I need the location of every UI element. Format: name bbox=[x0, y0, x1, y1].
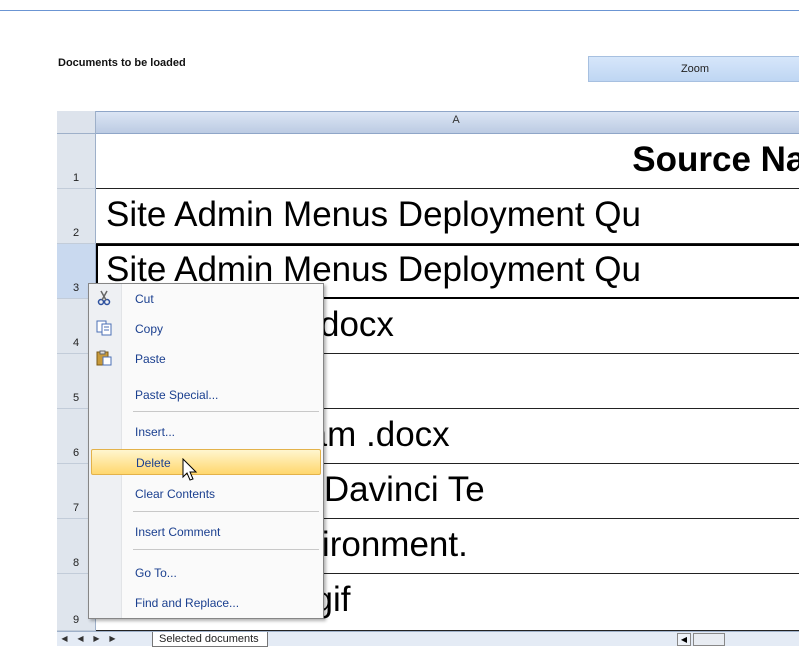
menu-item-cut[interactable]: Cut bbox=[89, 287, 323, 309]
zoom-button[interactable]: Zoom bbox=[588, 56, 799, 82]
next-sheet-icon[interactable]: ▶ bbox=[91, 633, 102, 644]
menu-separator bbox=[133, 511, 319, 512]
menu-separator bbox=[133, 549, 319, 550]
menu-label-insert: Insert... bbox=[135, 425, 176, 439]
context-menu: Cut Copy Paste Paste Special... Insert..… bbox=[88, 283, 324, 619]
menu-item-paste-special[interactable]: Paste Special... bbox=[89, 383, 323, 405]
horizontal-scrollbar-thumb[interactable] bbox=[693, 633, 725, 646]
menu-label-go-to: Go To... bbox=[135, 566, 177, 580]
menu-label-paste-special: Paste Special... bbox=[135, 388, 219, 402]
menu-label-copy: Copy bbox=[135, 322, 164, 336]
menu-item-copy[interactable]: Copy bbox=[89, 317, 323, 339]
menu-item-insert[interactable]: Insert... bbox=[89, 420, 323, 442]
menu-item-paste[interactable]: Paste bbox=[89, 347, 323, 369]
copy-icon bbox=[95, 320, 113, 336]
last-sheet-icon[interactable]: ▶ bbox=[107, 633, 118, 644]
select-all-corner[interactable] bbox=[57, 111, 96, 134]
menu-label-clear-contents: Clear Contents bbox=[135, 487, 216, 501]
menu-label-paste: Paste bbox=[135, 352, 166, 366]
menu-item-insert-comment[interactable]: Insert Comment bbox=[89, 520, 323, 542]
paste-icon bbox=[95, 350, 113, 366]
documents-label: Documents to be loaded bbox=[58, 57, 186, 69]
menu-label-delete: Delete bbox=[136, 456, 171, 470]
menu-separator bbox=[133, 411, 319, 412]
menu-item-delete[interactable]: Delete bbox=[91, 449, 321, 475]
sheet-tab-bar: ◀ ◀ ▶ ▶ Selected documents ◀ bbox=[57, 631, 799, 647]
menu-label-find-and-replace: Find and Replace... bbox=[135, 596, 240, 610]
menu-item-clear-contents[interactable]: Clear Contents bbox=[89, 482, 323, 504]
scroll-left-icon[interactable]: ◀ bbox=[677, 633, 691, 646]
prev-sheet-icon[interactable]: ◀ bbox=[75, 633, 86, 644]
scissors-icon bbox=[95, 290, 113, 306]
menu-label-insert-comment: Insert Comment bbox=[135, 525, 221, 539]
menu-item-find-and-replace[interactable]: Find and Replace... bbox=[89, 591, 323, 613]
cell-a1[interactable]: Source Name bbox=[96, 134, 799, 189]
cell-a2[interactable]: Site Admin Menus Deployment Qu bbox=[96, 189, 799, 244]
menu-label-cut: Cut bbox=[135, 292, 154, 306]
column-header-a[interactable]: A bbox=[96, 111, 799, 134]
row-header-2[interactable]: 2 bbox=[57, 189, 96, 244]
row-header-1[interactable]: 1 bbox=[57, 134, 96, 189]
mouse-pointer-icon bbox=[182, 458, 198, 481]
first-sheet-icon[interactable]: ◀ bbox=[59, 633, 70, 644]
top-divider bbox=[0, 10, 799, 11]
menu-item-go-to[interactable]: Go To... bbox=[89, 561, 323, 583]
